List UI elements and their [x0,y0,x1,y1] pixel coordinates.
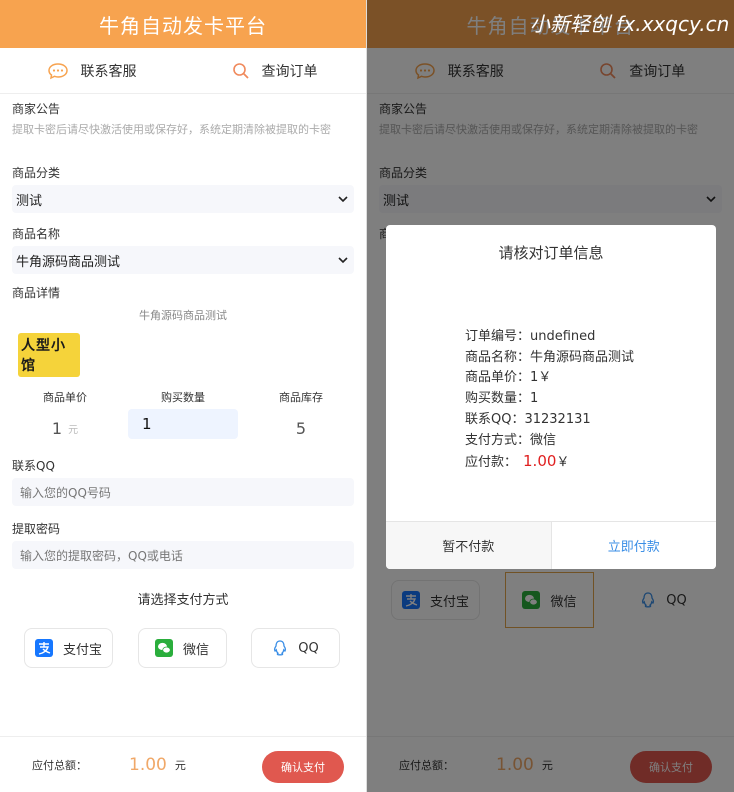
alipay-option[interactable]: 支付宝 [24,628,113,668]
qq-pay-label: QQ [298,640,319,656]
order-price: 商品单价：1￥ [465,370,552,386]
purchase-quantity: 购买数量 1 [124,389,242,443]
alipay-icon [34,639,53,657]
page-header: 牛角自动发卡平台 [0,0,366,48]
alipay-label: 支付宝 [62,642,102,658]
category-label: 商品分类 [12,166,61,180]
amount-due-label: 应付款： [465,455,518,471]
wechat-icon [154,639,173,657]
unit-price-value-wrap: 1 元 [6,413,124,443]
confirm-pay-button[interactable]: 确认支付 [262,751,344,783]
product-stats: 商品单价 1 元 购买数量 1 商品库存 5 [0,389,366,443]
purchase-quantity-label: 购买数量 [161,391,205,404]
qq-label: 联系QQ [12,459,55,473]
watermark-text: 小新轻创 fx.xxqcy.cn [530,12,730,36]
contact-service-link[interactable]: 联系客服 [0,48,183,93]
pay-methods: 支付宝 微信 QQ [0,628,366,668]
chat-bubble-icon [47,62,68,79]
amount-due-value: 1.00 [523,452,557,471]
stock: 商品库存 5 [242,389,360,443]
product-label: 商品名称 [12,227,61,241]
checkout-bar: 应付总额： 1.00 元 确认支付 [0,736,366,792]
search-icon [232,62,249,79]
stock-label: 商品库存 [279,391,323,404]
query-order-link[interactable]: 查询订单 [183,48,366,93]
total-label: 应付总额： [32,758,87,772]
qq-option[interactable]: QQ [251,628,340,668]
purchase-page-modal-state: 牛角自动发卡平台 联系客服 查询订单 商家公告 提取卡密后请尽快激活使用或保存好… [367,0,734,792]
password-input[interactable]: 输入您的提取密码，QQ或电话 [12,541,354,569]
order-amount-due: 应付款： 1.00￥ [465,451,634,474]
dialog-actions: 暂不付款 立即付款 [386,521,716,569]
notice-label: 商家公告 [12,102,61,116]
wechat-option[interactable]: 微信 [137,628,227,668]
unit-price-value: 1 [51,418,63,438]
product-value: 牛角源码商品测试 [16,254,121,270]
top-nav: 联系客服 查询订单 [0,48,366,94]
purchase-page: 牛角自动发卡平台 联系客服 查询订单 商家公告 提取卡密后请尽快激活使用或保存好… [0,0,367,792]
unit-price: 商品单价 1 元 [6,389,124,443]
wechat-label: 微信 [182,642,209,658]
order-summary: 订单编号：undefined 商品名称：牛角源码商品测试 商品单价：1￥ 购买数… [465,327,634,474]
qq-input[interactable]: 输入您的QQ号码 [12,478,354,506]
contact-service-label: 联系客服 [80,63,137,80]
order-qq: 联系QQ：31232131 [465,411,591,427]
product-logo-text: 人型小馆 [18,333,80,377]
qq-icon [274,640,287,656]
unit-price-label: 商品单价 [43,391,87,404]
total-unit: 元 [174,758,186,772]
order-number: 订单编号：undefined [465,329,596,344]
category-select[interactable]: 测试 [12,185,354,213]
password-label: 提取密码 [12,522,61,536]
order-product: 商品名称：牛角源码商品测试 [465,349,635,365]
order-confirm-dialog: 请核对订单信息 订单编号：undefined 商品名称：牛角源码商品测试 商品单… [386,225,716,569]
page-title: 牛角自动发卡平台 [99,13,267,38]
pay-now-button[interactable]: 立即付款 [551,522,716,569]
quantity-input[interactable]: 1 [128,409,238,439]
detail-title: 牛角源码商品测试 [139,309,227,322]
product-select[interactable]: 牛角源码商品测试 [12,246,354,274]
product-logo-image: 人型小馆 [18,333,80,377]
stock-value: 5 [295,418,307,438]
chevron-down-icon [338,196,348,203]
category-value: 测试 [16,193,43,209]
order-pay-method: 支付方式：微信 [465,432,557,448]
detail-label: 商品详情 [12,286,61,300]
total-amount: 1.00 [129,754,167,775]
chevron-down-icon [338,257,348,264]
order-quantity: 购买数量：1 [465,391,539,407]
unit-price-unit: 元 [68,424,79,436]
pay-later-button[interactable]: 暂不付款 [386,522,552,569]
notice-text: 提取卡密后请尽快激活使用或保存好，系统定期清除被提取的卡密 [12,123,331,136]
pay-method-title: 请选择支付方式 [137,593,229,608]
query-order-label: 查询订单 [261,63,318,80]
amount-due-unit: ￥ [556,455,570,471]
dialog-title: 请核对订单信息 [498,244,604,262]
